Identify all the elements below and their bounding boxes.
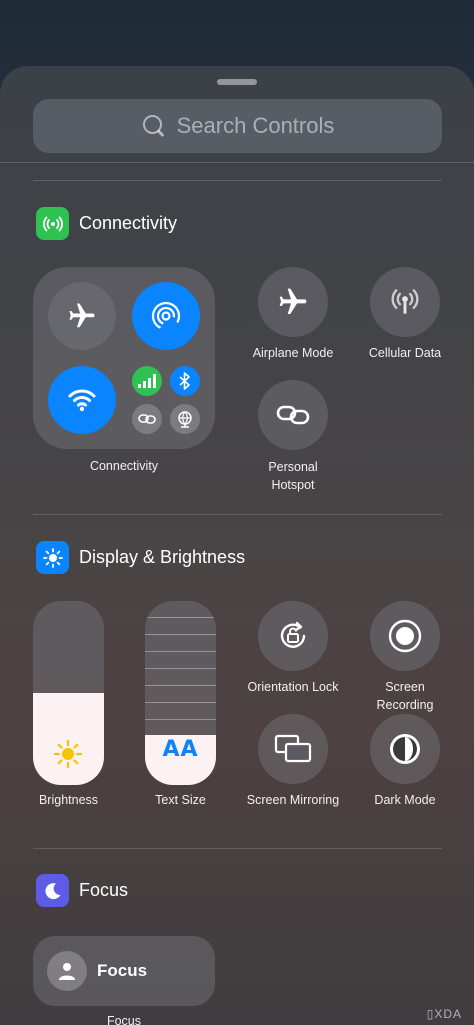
divider: [0, 162, 474, 163]
search-icon: [141, 113, 167, 139]
airdrop-toggle[interactable]: [132, 282, 200, 350]
sheet-grabber[interactable]: [217, 79, 257, 85]
airplane-mode-button[interactable]: [258, 267, 328, 337]
hotspot-toggle-small[interactable]: [132, 404, 162, 434]
connectivity-group-label: Connectivity: [89, 459, 159, 473]
focus-caption: Focus: [106, 1014, 142, 1025]
record-icon: [388, 619, 422, 653]
airdrop-icon: [151, 301, 181, 331]
section-title: Display & Brightness: [79, 547, 246, 567]
personal-hotspot-button[interactable]: [258, 380, 328, 450]
airplane-toggle[interactable]: [48, 282, 116, 350]
wifi-toggle[interactable]: [48, 366, 116, 434]
airplane-icon: [69, 303, 95, 328]
section-header-connectivity: Connectivity: [36, 207, 177, 240]
section-title: Connectivity: [79, 213, 178, 233]
sun-icon: [53, 739, 83, 769]
orientation-lock-label: Orientation Lock: [247, 680, 339, 694]
dark-mode-icon: [390, 734, 420, 764]
search-controls-field[interactable]: Search Controls: [33, 99, 442, 153]
screen-recording-button[interactable]: [370, 601, 440, 671]
watermark-text: XDA: [434, 1007, 462, 1021]
dark-mode-button[interactable]: [370, 714, 440, 784]
orientation-lock-icon: [280, 621, 306, 648]
cellular-data-label: Cellular Data: [368, 346, 442, 360]
bluetooth-toggle[interactable]: [170, 366, 200, 396]
moon-icon: [36, 874, 69, 907]
link-icon: [138, 414, 156, 424]
section-title: Focus: [79, 880, 129, 900]
search-placeholder: Search Controls: [176, 113, 335, 138]
text-size-label: Text Size: [155, 793, 206, 807]
sun-icon: [36, 541, 69, 574]
text-size-fill: AA: [145, 735, 216, 785]
divider: [33, 848, 442, 849]
focus-control-tile[interactable]: Focus: [33, 936, 215, 1006]
controls-gallery-sheet: Search Controls Connectivity Connectivit…: [0, 66, 474, 1025]
person-icon: [47, 951, 87, 991]
antenna-icon: [391, 289, 419, 314]
cellular-data-button[interactable]: [370, 267, 440, 337]
divider: [33, 514, 442, 515]
dark-mode-label: Dark Mode: [374, 793, 436, 807]
globe-icon: [178, 411, 192, 428]
watermark: ▯XDA: [426, 1007, 462, 1021]
brightness-slider[interactable]: [33, 601, 104, 785]
link-icon: [276, 405, 310, 425]
cellular-toggle-small[interactable]: [132, 366, 162, 396]
text-size-slider[interactable]: AA: [145, 601, 216, 785]
airplane-mode-label: Airplane Mode: [252, 346, 334, 360]
screen-mirroring-button[interactable]: [258, 714, 328, 784]
bluetooth-icon: [179, 372, 190, 390]
wifi-icon: [68, 389, 96, 412]
connectivity-group-tile[interactable]: [33, 267, 215, 449]
screen-mirroring-icon: [274, 734, 312, 763]
focus-tile-label: Focus: [97, 961, 148, 980]
airplane-icon: [279, 288, 307, 314]
divider: [33, 180, 442, 181]
section-header-display: Display & Brightness: [36, 541, 245, 574]
screen-mirroring-label: Screen Mirroring: [246, 793, 340, 807]
section-header-focus: Focus: [36, 874, 128, 907]
screen-recording-label: Screen Recording: [376, 680, 434, 712]
brightness-label: Brightness: [38, 793, 99, 807]
personal-hotspot-label: Personal Hotspot: [268, 460, 318, 492]
cellular-bars-icon: [138, 374, 156, 388]
text-size-steps: [145, 601, 216, 737]
vpn-toggle[interactable]: [170, 404, 200, 434]
orientation-lock-button[interactable]: [258, 601, 328, 671]
text-size-glyph: AA: [162, 737, 199, 762]
antenna-icon: [36, 207, 69, 240]
